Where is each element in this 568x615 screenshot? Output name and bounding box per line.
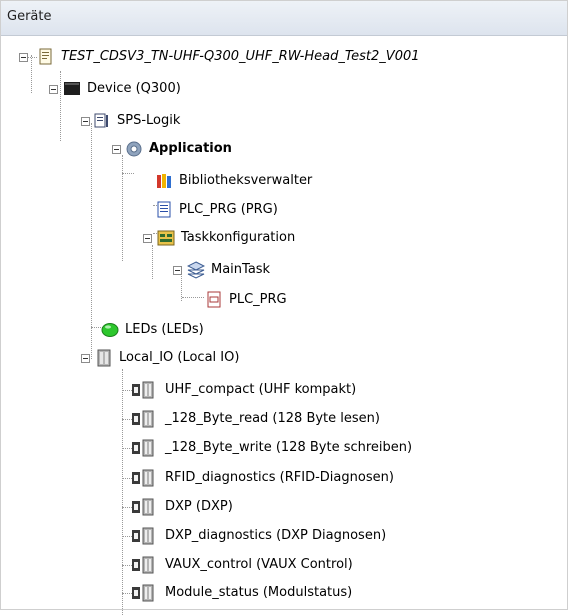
plc-prg-label: PLC_PRG (PRG)	[179, 202, 278, 217]
collapse-toggle-icon[interactable]	[173, 266, 182, 275]
io-channel-icon	[132, 469, 154, 487]
collapse-toggle-icon[interactable]	[49, 85, 58, 94]
tree-item-io-module[interactable]: DXP (DXP)	[1, 495, 561, 519]
library-manager-label: Bibliotheksverwalter	[179, 173, 313, 188]
io-channel-icon	[132, 439, 154, 457]
io-module-label: _128_Byte_read (128 Byte lesen)	[165, 411, 380, 426]
tree-item-io-module[interactable]: _128_Byte_write (128 Byte schreiben)	[1, 436, 561, 460]
io-channel-icon	[132, 556, 154, 574]
tree-item-io-module[interactable]: RFID_diagnostics (RFID-Diagnosen)	[1, 466, 561, 490]
sps-logic-icon	[94, 113, 108, 128]
io-module-label: DXP (DXP)	[165, 499, 233, 514]
tree-item-application[interactable]: Application	[1, 137, 561, 161]
device-label: Device (Q300)	[87, 81, 181, 96]
tree-item-io-module[interactable]: DXP_diagnostics (DXP Diagnosen)	[1, 524, 561, 548]
io-module-label: Module_status (Modulstatus)	[165, 585, 353, 600]
main-task-icon	[187, 261, 205, 279]
sps-logic-label: SPS-Logik	[117, 113, 181, 128]
tree-item-main-task-plc-prg[interactable]: PLC_PRG	[1, 288, 561, 312]
main-task-label: MainTask	[211, 262, 271, 277]
panel-header: Geräte	[1, 1, 567, 36]
devices-panel: Geräte TEST_CDSV3_TN-UHF-Q300_UHF_RW-Hea…	[0, 0, 568, 615]
io-channel-icon	[132, 527, 154, 545]
device-icon	[64, 82, 80, 95]
program-call-icon	[207, 291, 221, 308]
task-configuration-icon	[157, 230, 175, 246]
local-io-label: Local_IO (Local IO)	[119, 350, 240, 365]
io-channel-icon	[132, 498, 154, 516]
collapse-toggle-icon[interactable]	[19, 53, 28, 62]
task-configuration-label: Taskkonfiguration	[181, 230, 296, 245]
io-module-label: VAUX_control (VAUX Control)	[165, 557, 353, 572]
io-module-label: RFID_diagnostics (RFID-Diagnosen)	[165, 470, 394, 485]
panel-title: Geräte	[7, 9, 52, 24]
collapse-toggle-icon[interactable]	[81, 354, 90, 363]
io-channel-icon	[132, 410, 154, 428]
project-icon	[39, 48, 52, 65]
tree-item-main-task[interactable]: MainTask	[1, 258, 561, 282]
io-module-label: _128_Byte_write (128 Byte schreiben)	[165, 440, 413, 455]
tree-item-sps-logic[interactable]: SPS-Logik	[1, 109, 561, 133]
tree-item-io-module[interactable]: Module_status (Modulstatus)	[1, 581, 561, 605]
device-tree[interactable]: TEST_CDSV3_TN-UHF-Q300_UHF_RW-Head_Test2…	[1, 35, 567, 615]
collapse-toggle-icon[interactable]	[143, 234, 152, 243]
project-label: TEST_CDSV3_TN-UHF-Q300_UHF_RW-Head_Test2…	[61, 49, 420, 64]
tree-item-device[interactable]: Device (Q300)	[1, 77, 561, 101]
led-icon	[101, 323, 119, 337]
tree-item-plc-prg[interactable]: PLC_PRG (PRG)	[1, 198, 561, 222]
tree-item-leds[interactable]: LEDs (LEDs)	[1, 318, 561, 342]
io-channel-icon	[132, 584, 154, 602]
main-task-plc-prg-label: PLC_PRG	[229, 292, 287, 307]
tree-item-task-configuration[interactable]: Taskkonfiguration	[1, 226, 561, 250]
leds-label: LEDs (LEDs)	[125, 322, 204, 337]
program-pou-icon	[157, 201, 171, 218]
io-module-label: DXP_diagnostics (DXP Diagnosen)	[165, 528, 387, 543]
tree-item-io-module[interactable]: UHF_compact (UHF kompakt)	[1, 378, 561, 402]
collapse-toggle-icon[interactable]	[112, 145, 121, 154]
tree-item-io-module[interactable]: _128_Byte_read (128 Byte lesen)	[1, 407, 561, 431]
application-label: Application	[149, 141, 232, 156]
tree-item-library-manager[interactable]: Bibliotheksverwalter	[1, 169, 561, 193]
io-channel-icon	[132, 381, 154, 399]
library-books-icon	[157, 174, 171, 188]
application-gear-icon	[126, 141, 142, 157]
collapse-toggle-icon[interactable]	[81, 117, 90, 126]
tree-item-io-module[interactable]: VAUX_control (VAUX Control)	[1, 553, 561, 577]
io-module-icon	[97, 349, 111, 367]
tree-item-local-io[interactable]: Local_IO (Local IO)	[1, 346, 561, 370]
tree-line	[122, 369, 123, 615]
tree-item-project[interactable]: TEST_CDSV3_TN-UHF-Q300_UHF_RW-Head_Test2…	[1, 45, 561, 69]
io-module-label: UHF_compact (UHF kompakt)	[165, 382, 357, 397]
